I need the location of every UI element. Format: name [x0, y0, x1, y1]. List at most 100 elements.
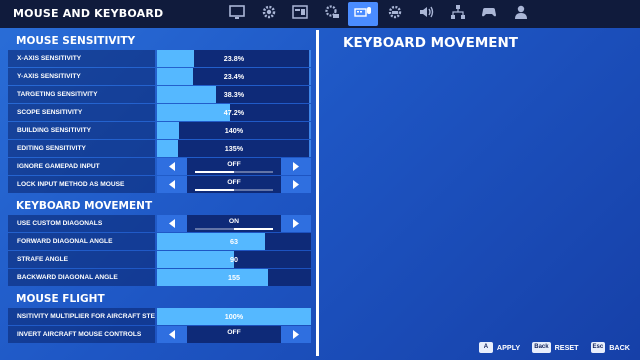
slider-value: 23.4% — [223, 72, 245, 81]
next-option-button[interactable] — [281, 326, 311, 343]
tab-network[interactable] — [443, 2, 473, 26]
setting-label: TARGETING SENSITIVITY — [8, 86, 155, 103]
back-label: BACK — [609, 342, 630, 352]
setting-row-building[interactable]: BUILDING SENSITIVITY 140% — [8, 122, 314, 139]
chevron-right-icon — [292, 158, 300, 176]
setting-label: NSITIVITY MULTIPLIER FOR AIRCRAFT STEERI… — [8, 308, 155, 325]
prev-option-button[interactable] — [157, 215, 187, 232]
tab-accessibility[interactable] — [317, 2, 347, 26]
setting-row-editing[interactable]: EDITING SENSITIVITY 135% — [8, 140, 314, 157]
x-axis-slider[interactable]: 23.8% — [157, 50, 311, 67]
setting-label: BACKWARD DIAGONAL ANGLE — [8, 269, 155, 286]
chevron-left-icon — [168, 215, 176, 233]
setting-row-scope[interactable]: SCOPE SENSITIVITY 47.2% — [8, 104, 314, 121]
gamepad-icon — [480, 3, 498, 26]
account-icon — [512, 3, 530, 26]
slider-edge — [309, 50, 311, 67]
slider-value: 23.8% — [223, 54, 245, 63]
setting-row-backward-diagonal[interactable]: BACKWARD DIAGONAL ANGLE 155 — [8, 269, 314, 286]
setting-row-strafe-angle[interactable]: STRAFE ANGLE 90 — [8, 251, 314, 268]
gear-gamepad-icon — [323, 3, 341, 26]
tab-game[interactable] — [254, 2, 284, 26]
slider-edge — [309, 122, 311, 139]
tab-account[interactable] — [506, 2, 536, 26]
next-option-button[interactable] — [281, 215, 311, 232]
back-key-hint: Esc — [590, 341, 606, 353]
setting-label: INVERT AIRCRAFT MOUSE CONTROLS — [8, 326, 155, 343]
setting-label: STRAFE ANGLE — [8, 251, 155, 268]
settings-list[interactable]: MOUSE SENSITIVITY X-AXIS SENSITIVITY 23.… — [8, 30, 314, 360]
custom-diagonals-toggle[interactable]: ON — [157, 215, 311, 232]
slider-value: 155 — [228, 273, 240, 282]
slider-value: 47.2% — [223, 108, 245, 117]
toggle-value: OFF — [227, 329, 241, 336]
setting-row-lock-input[interactable]: LOCK INPUT METHOD AS MOUSE OFF — [8, 176, 314, 193]
setting-label: Y-AXIS SENSITIVITY — [8, 68, 155, 85]
setting-row-ignore-gamepad[interactable]: IGNORE GAMEPAD INPUT OFF — [8, 158, 314, 175]
apply-button[interactable]: A APPLY — [478, 340, 520, 354]
settings-tabs — [222, 2, 537, 26]
invert-aircraft-toggle[interactable]: OFF — [157, 326, 311, 343]
section-title-mouse-sensitivity: MOUSE SENSITIVITY — [16, 35, 136, 47]
setting-row-custom-diagonals[interactable]: USE CUSTOM DIAGONALS ON — [8, 215, 314, 232]
tab-wireless-controller[interactable] — [474, 2, 504, 26]
setting-row-forward-diagonal[interactable]: FORWARD DIAGONAL ANGLE 63 — [8, 233, 314, 250]
game-settings-icon — [291, 3, 309, 26]
setting-row-targeting[interactable]: TARGETING SENSITIVITY 38.3% — [8, 86, 314, 103]
page-title: MOUSE AND KEYBOARD — [13, 7, 164, 20]
slider-value: 135% — [224, 144, 244, 153]
forward-diagonal-slider[interactable]: 63 — [157, 233, 311, 250]
tab-audio[interactable] — [411, 2, 441, 26]
reset-label: RESET — [554, 342, 579, 352]
toggle-indicator — [234, 228, 273, 230]
footer-actions: A APPLY Back RESET Esc BACK — [467, 340, 630, 354]
editing-slider[interactable]: 135% — [157, 140, 311, 157]
strafe-angle-slider[interactable]: 90 — [157, 251, 311, 268]
setting-row-x-axis[interactable]: X-AXIS SENSITIVITY 23.8% — [8, 50, 314, 67]
reset-key-hint: Back — [532, 341, 551, 353]
setting-row-y-axis[interactable]: Y-AXIS SENSITIVITY 23.4% — [8, 68, 314, 85]
prev-option-button[interactable] — [157, 326, 187, 343]
mouse-keyboard-icon — [354, 3, 372, 26]
scope-slider[interactable]: 47.2% — [157, 104, 311, 121]
targeting-slider[interactable]: 38.3% — [157, 86, 311, 103]
ignore-gamepad-toggle[interactable]: OFF — [157, 158, 311, 175]
tab-brightness[interactable] — [285, 2, 315, 26]
next-option-button[interactable] — [281, 176, 311, 193]
toggle-value: OFF — [227, 161, 241, 168]
slider-edge — [309, 68, 311, 85]
slider-value: 90 — [230, 255, 238, 264]
chevron-right-icon — [292, 326, 300, 344]
slider-value: 100% — [224, 312, 244, 321]
lock-input-toggle[interactable]: OFF — [157, 176, 311, 193]
reset-button[interactable]: Back RESET — [532, 340, 579, 354]
building-slider[interactable]: 140% — [157, 122, 311, 139]
setting-label: X-AXIS SENSITIVITY — [8, 50, 155, 67]
top-bar: MOUSE AND KEYBOARD — [0, 0, 640, 28]
tab-video[interactable] — [222, 2, 252, 26]
y-axis-slider[interactable]: 23.4% — [157, 68, 311, 85]
slider-value: 63 — [230, 237, 238, 246]
toggle-indicator — [195, 171, 234, 173]
settings-scrollbar[interactable] — [316, 30, 319, 356]
monitor-icon — [228, 3, 246, 26]
setting-row-invert-aircraft[interactable]: INVERT AIRCRAFT MOUSE CONTROLS OFF — [8, 326, 314, 343]
aircraft-sensitivity-slider[interactable]: 100% — [157, 308, 311, 325]
next-option-button[interactable] — [281, 158, 311, 175]
back-button[interactable]: Esc BACK — [590, 340, 630, 354]
slider-edge — [309, 86, 311, 103]
tab-mouse-keyboard[interactable] — [348, 2, 378, 26]
apply-key-hint: A — [478, 341, 493, 353]
prev-option-button[interactable] — [157, 176, 187, 193]
backward-diagonal-slider[interactable]: 155 — [157, 269, 311, 286]
tab-controller[interactable] — [380, 2, 410, 26]
setting-row-aircraft-sensitivity[interactable]: NSITIVITY MULTIPLIER FOR AIRCRAFT STEERI… — [8, 308, 314, 325]
toggle-value: ON — [228, 218, 240, 225]
prev-option-button[interactable] — [157, 158, 187, 175]
section-title-mouse-flight: MOUSE FLIGHT — [16, 293, 105, 305]
speaker-icon — [417, 3, 435, 26]
setting-label: LOCK INPUT METHOD AS MOUSE — [8, 176, 155, 193]
toggle-indicator — [195, 189, 234, 191]
network-icon — [449, 3, 467, 26]
setting-label: EDITING SENSITIVITY — [8, 140, 155, 157]
